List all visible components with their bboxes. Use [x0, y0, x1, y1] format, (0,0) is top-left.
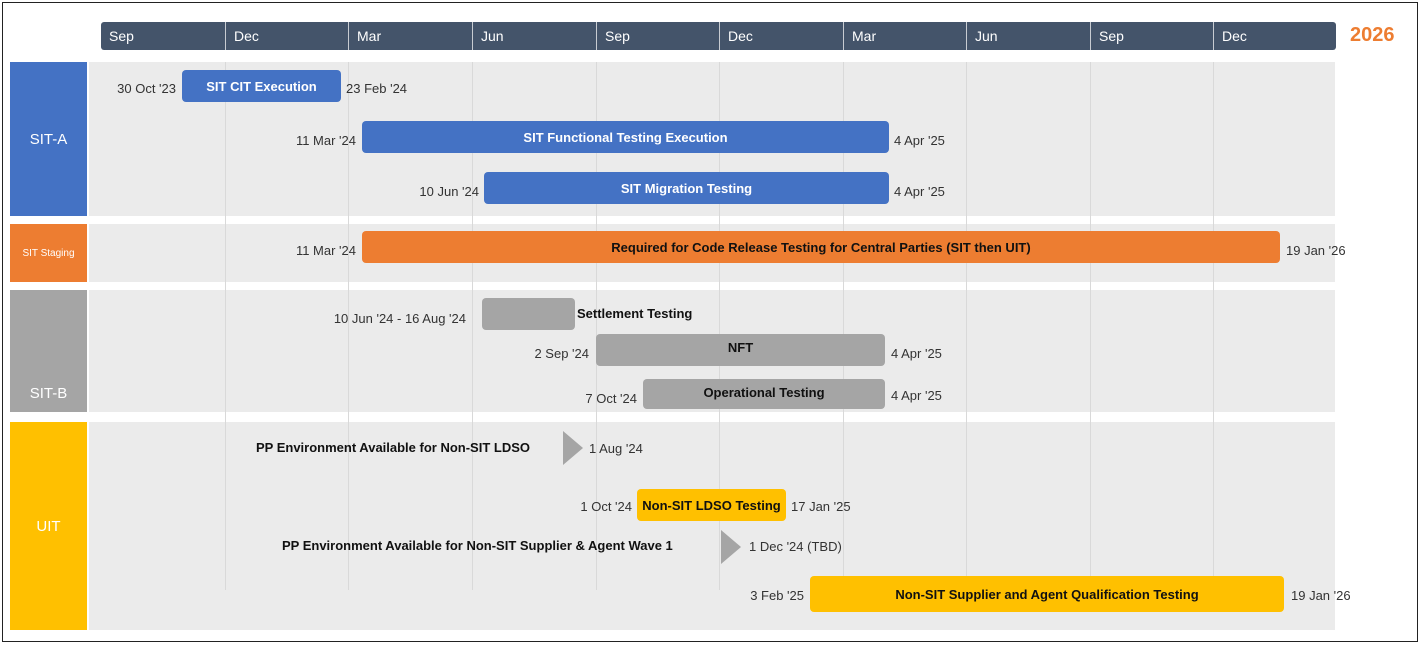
milestone-date: 1 Aug '24 — [589, 441, 643, 456]
gridline — [1090, 62, 1091, 590]
task-end-date: 19 Jan '26 — [1286, 243, 1346, 258]
task-bar: SIT Functional Testing Execution — [362, 121, 889, 153]
milestone-arrow-icon — [721, 530, 741, 564]
year-label: 2026 — [1350, 24, 1395, 46]
task-bar: Non-SIT LDSO Testing — [637, 489, 786, 521]
task-end-date: 4 Apr '25 — [894, 133, 945, 148]
task-end-date: 4 Apr '25 — [891, 388, 942, 403]
month-label: Dec — [719, 22, 843, 50]
task-end-date: 4 Apr '25 — [891, 346, 942, 361]
task-start-date: 10 Jun '24 — [419, 184, 479, 199]
month-label: Jun — [472, 22, 596, 50]
milestone-arrow-icon — [563, 431, 583, 465]
month-label: Sep — [109, 28, 134, 44]
month-label: Jun — [966, 22, 1090, 50]
timeline-header: Sep Dec Mar Jun Sep Dec Mar Jun Sep Dec — [101, 22, 1336, 50]
task-end-date: 23 Feb '24 — [346, 81, 408, 96]
task-bar: Non-SIT Supplier and Agent Qualification… — [810, 576, 1284, 612]
month-label: Sep — [1090, 22, 1213, 50]
task-end-date: 17 Jan '25 — [791, 499, 851, 514]
task-start-date: 3 Feb '25 — [750, 588, 804, 603]
task-bar: Operational Testing — [643, 379, 885, 409]
gridline — [225, 62, 226, 590]
milestone-label: PP Environment Available for Non-SIT LDS… — [256, 440, 531, 455]
group-label-uit: UIT — [10, 422, 87, 630]
gridline — [966, 62, 967, 590]
task-start-date: 2 Sep '24 — [534, 346, 589, 361]
task-bar: SIT CIT Execution — [182, 70, 341, 102]
task-start-date: 30 Oct '23 — [117, 81, 176, 96]
task-start-date: 7 Oct '24 — [585, 391, 637, 406]
task-start-date: 11 Mar '24 — [295, 133, 356, 148]
month-label: Mar — [348, 22, 472, 50]
task-end-date: 19 Jan '26 — [1291, 588, 1351, 603]
task-bar: SIT Migration Testing — [484, 172, 889, 204]
month-label: Sep — [596, 22, 719, 50]
milestone-label: PP Environment Available for Non-SIT Sup… — [282, 538, 673, 553]
task-start-date: 1 Oct '24 — [580, 499, 632, 514]
gridline — [1213, 62, 1214, 590]
group-label-sit-b: SIT-B — [10, 290, 87, 412]
group-label-sit-staging: SIT Staging — [10, 224, 87, 282]
task-bar: NFT — [596, 334, 885, 366]
task-date-range: 10 Jun '24 - 16 Aug '24 — [333, 311, 466, 326]
month-label: Mar — [843, 22, 966, 50]
task-label: Settlement Testing — [577, 306, 693, 321]
milestone-date: 1 Dec '24 (TBD) — [749, 539, 842, 554]
task-bar — [482, 298, 575, 330]
group-label-sit-a: SIT-A — [10, 62, 87, 216]
task-bar: Required for Code Release Testing for Ce… — [362, 231, 1280, 263]
task-start-date: 11 Mar '24 — [295, 243, 356, 258]
task-end-date: 4 Apr '25 — [894, 184, 945, 199]
month-label: Dec — [1213, 22, 1336, 50]
month-label: Dec — [225, 22, 348, 50]
